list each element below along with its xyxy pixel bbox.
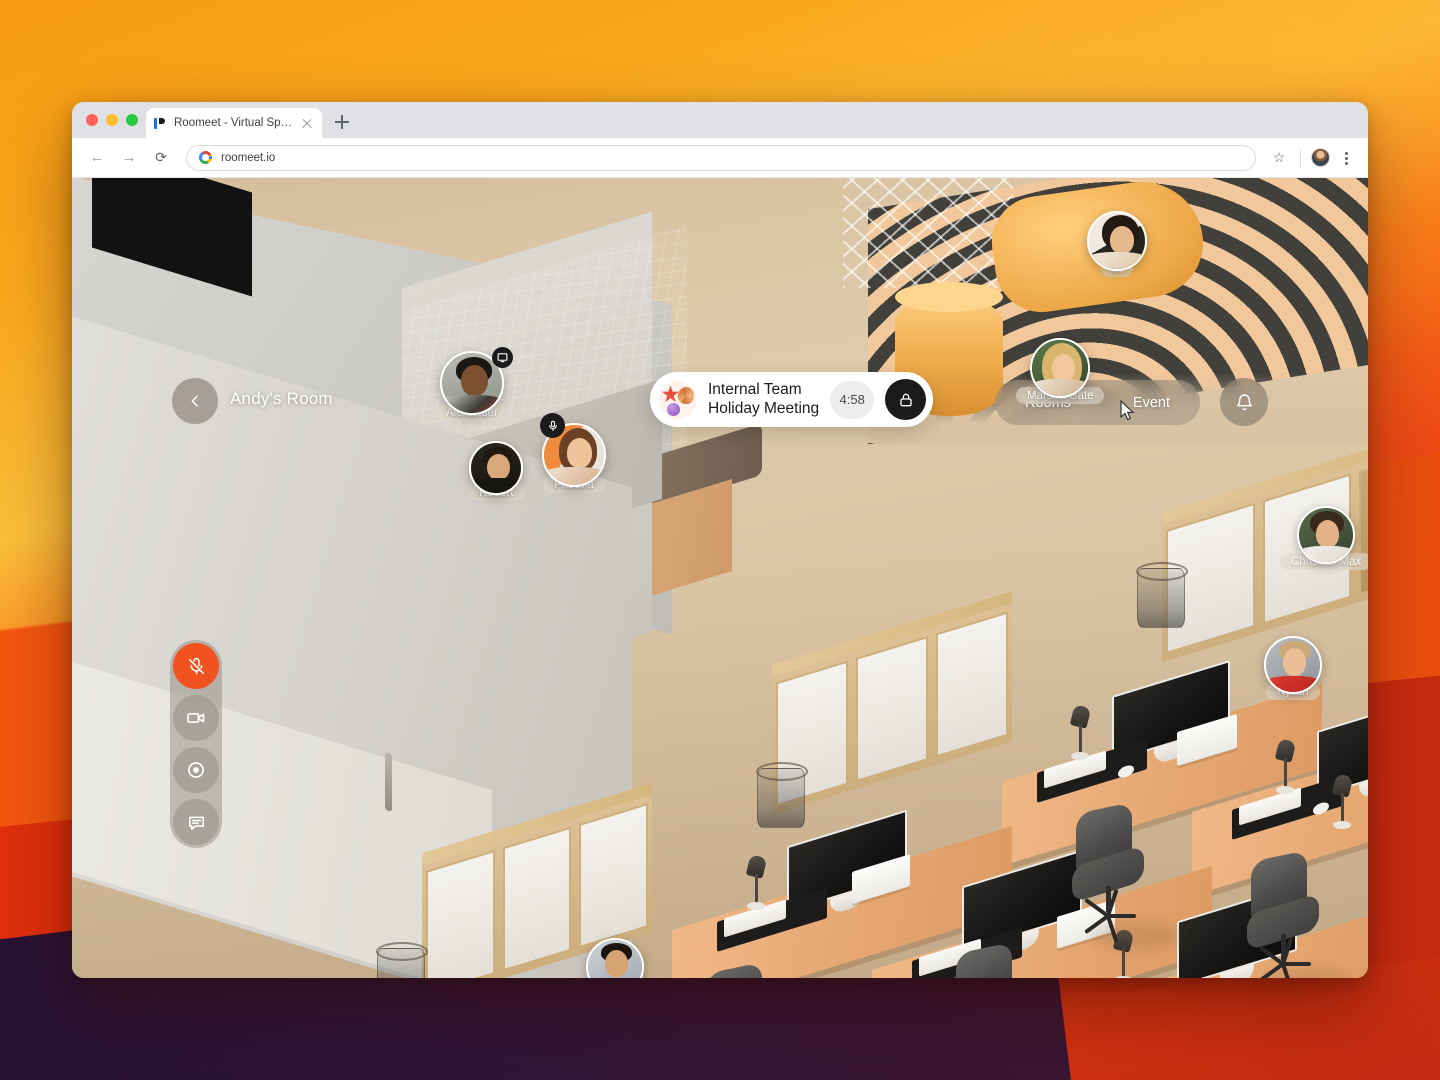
video-camera-icon xyxy=(187,713,205,723)
truss-structure xyxy=(843,178,1013,288)
participant-m[interactable]: M xyxy=(1087,211,1147,277)
meeting-title-line2: Holiday Meeting xyxy=(708,399,820,417)
avatar-photo xyxy=(1032,340,1089,396)
waste-bin-center xyxy=(756,762,808,828)
arrow-right-icon[interactable]: → xyxy=(116,145,142,171)
avatar-photo xyxy=(1266,638,1320,692)
browser-toolbar: ← → ⟳ roomeet.io ☆ xyxy=(72,138,1368,178)
chevron-left-icon xyxy=(191,395,198,407)
window-controls[interactable] xyxy=(82,102,146,138)
door-handle xyxy=(385,751,392,813)
address-bar[interactable]: roomeet.io xyxy=(186,144,1256,171)
participant-robert[interactable]: Robert xyxy=(468,441,525,501)
google-icon xyxy=(199,151,212,164)
meeting-title: Internal Team Holiday Meeting xyxy=(708,381,819,419)
browser-tab-strip: Roomeet - Virtual Space xyxy=(72,102,1368,138)
lock-room-button[interactable] xyxy=(885,379,927,420)
waste-bin-left xyxy=(376,942,428,978)
browser-tab[interactable]: Roomeet - Virtual Space xyxy=(146,108,322,138)
lock-icon xyxy=(899,393,912,406)
participant-j-evans[interactable]: J. Evans xyxy=(582,938,648,978)
close-icon[interactable] xyxy=(300,116,314,130)
notifications-button[interactable] xyxy=(1220,378,1268,426)
participant-marsha-gate[interactable]: Marsha Gate xyxy=(1016,338,1105,404)
virtual-space-canvas[interactable]: Alexander Priscilla xyxy=(72,178,1368,978)
record-circle-icon xyxy=(188,762,204,778)
participant-priscilla[interactable]: Priscilla xyxy=(540,413,606,493)
arrow-left-icon[interactable]: ← xyxy=(84,145,110,171)
avatar-photo xyxy=(1299,508,1354,562)
page-title: Andy's Room xyxy=(230,389,333,408)
account-avatar[interactable] xyxy=(1311,148,1330,167)
mouse-cursor xyxy=(1120,400,1135,421)
meeting-timer: 4:58 xyxy=(830,380,875,419)
screen-share-icon xyxy=(491,347,513,368)
record-button[interactable] xyxy=(173,747,219,793)
media-control-dock xyxy=(170,640,222,848)
chat-button[interactable] xyxy=(173,799,219,845)
reload-icon[interactable]: ⟳ xyxy=(148,145,174,171)
waste-bin-right xyxy=(1136,562,1188,628)
back-button[interactable] xyxy=(172,378,218,424)
browser-tab-title: Roomeet - Virtual Space xyxy=(174,117,293,129)
isometric-office-scene xyxy=(72,178,1368,978)
plus-icon[interactable] xyxy=(328,108,356,136)
close-window-button[interactable] xyxy=(86,114,98,126)
kebab-menu-icon[interactable] xyxy=(1336,147,1356,169)
browser-window: Roomeet - Virtual Space ← → ⟳ roomeet.io… xyxy=(72,102,1368,978)
camera-toggle-button[interactable] xyxy=(173,695,219,741)
avatar-photo xyxy=(471,443,522,493)
star-icon[interactable]: ☆ xyxy=(1268,147,1290,169)
bell-icon xyxy=(1236,393,1252,410)
chat-bubble-icon xyxy=(188,816,204,830)
avatar-photo xyxy=(1089,213,1145,269)
participant-kylian[interactable]: Kylian xyxy=(1264,636,1322,700)
mic-on-icon xyxy=(540,413,565,438)
participant-christian-max[interactable]: Christian Max xyxy=(1280,506,1368,570)
microphone-toggle-button[interactable] xyxy=(173,643,219,689)
meeting-card[interactable]: Internal Team Holiday Meeting 4:58 xyxy=(650,372,934,427)
roomeet-logo-icon xyxy=(154,117,167,130)
participant-alexander[interactable]: Alexander xyxy=(435,347,513,421)
meeting-title-line1: Internal Team xyxy=(708,380,802,398)
minimize-window-button[interactable] xyxy=(106,114,118,126)
tab-event[interactable]: Event xyxy=(1133,395,1170,411)
toolbar-divider xyxy=(1300,148,1301,167)
mic-off-icon xyxy=(188,657,204,674)
avatar-photo xyxy=(588,940,643,978)
beach-shell-emoji xyxy=(659,380,697,419)
maximize-window-button[interactable] xyxy=(126,114,138,126)
url-text: roomeet.io xyxy=(221,151,276,164)
